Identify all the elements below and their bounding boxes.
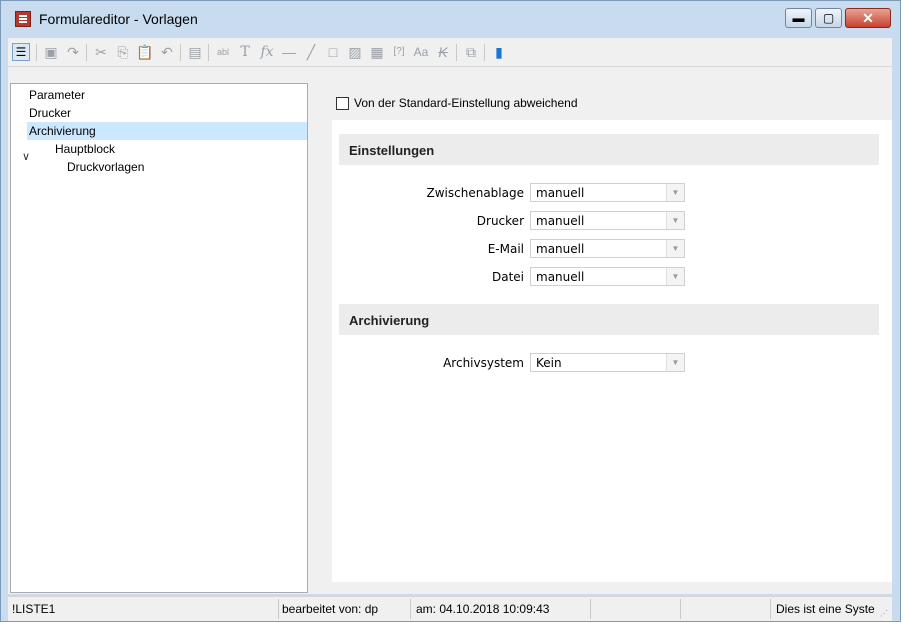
status-separator [680,599,681,619]
combo-value: manuell [536,270,585,284]
save-icon[interactable]: ▣ [42,43,60,61]
undo-icon[interactable]: ↶ [158,43,176,61]
toolbar-separator [484,44,485,61]
status-info: Dies ist eine Syste [776,602,875,616]
formula-icon[interactable]: fx [258,43,276,61]
section-header-einstellungen: Einstellungen [339,134,879,165]
close-icon: ✕ [862,10,874,26]
chevron-down-icon[interactable]: ∨ [22,150,30,163]
tree-view-icon[interactable]: ☰ [12,43,30,61]
tree-item-druckvorlagen[interactable]: Druckvorlagen [67,158,207,176]
override-checkbox[interactable] [336,97,349,110]
combo-drucker[interactable]: manuell ▼ [530,211,685,230]
line-horizontal-icon[interactable]: — [280,43,298,61]
strikethrough-icon[interactable]: K [434,43,452,61]
status-bar: !LISTE1 bearbeitet von: dp am: 04.10.201… [8,596,892,621]
toolbar-separator [180,44,181,61]
combo-datei[interactable]: manuell ▼ [530,267,685,286]
field-label-email: E-Mail [487,242,524,256]
tree-panel[interactable]: Parameter Drucker Archivierung Hauptbloc… [10,83,308,593]
app-icon [15,11,31,27]
image-icon[interactable]: ▨ [346,43,364,61]
combo-archivsystem[interactable]: Kein ▼ [530,353,685,372]
tree-item-label: Hauptblock [55,142,116,156]
chevron-down-icon[interactable]: ▼ [666,184,684,201]
window-title: Formulareditor - Vorlagen [39,11,198,27]
section-header-archivierung: Archivierung [339,304,879,335]
combo-value: Kein [536,356,562,370]
combo-zwischenablage[interactable]: manuell ▼ [530,183,685,202]
tree-item-label: Archivierung [29,124,96,138]
combo-email[interactable]: manuell ▼ [530,239,685,258]
barcode-icon[interactable]: ▦ [368,43,386,61]
chevron-down-icon[interactable]: ▼ [666,354,684,371]
status-separator [770,599,771,619]
maximize-button[interactable]: ▢ [815,8,842,28]
properties-icon[interactable]: ▤ [186,43,204,61]
status-separator [410,599,411,619]
combo-value: manuell [536,242,585,256]
field-label-zwischenablage: Zwischenablage [426,186,524,200]
minimize-button[interactable]: ▬ [785,8,812,28]
chevron-down-icon[interactable]: ▼ [666,212,684,229]
chevron-down-icon[interactable]: ▼ [666,268,684,285]
combo-value: manuell [536,214,585,228]
chevron-down-icon[interactable]: ▼ [666,240,684,257]
override-checkbox-label: Von der Standard-Einstellung abweichend [354,96,578,110]
field-label-datei: Datei [491,270,524,284]
redo-icon[interactable]: ↷ [64,43,82,61]
toolbar: ☰ ▣ ↷ ✂ ⎘ 📋 ↶ ▤ abl T fx — ╱ □ ▨ ▦ [?] A… [8,38,892,67]
status-timestamp: am: 04.10.2018 10:09:43 [416,602,550,616]
placeholder-icon[interactable]: [?] [390,43,408,61]
text-icon[interactable]: T [236,43,254,61]
cut-icon[interactable]: ✂ [92,43,110,61]
toolbar-separator [36,44,37,61]
line-diagonal-icon[interactable]: ╱ [302,43,320,61]
status-separator [590,599,591,619]
rectangle-icon[interactable]: □ [324,43,342,61]
tree-item-drucker[interactable]: Drucker [29,104,149,122]
section-title: Archivierung [349,313,430,328]
minimize-icon: ▬ [792,11,805,25]
tree-item-label: Druckvorlagen [67,160,145,174]
status-edited-by: bearbeitet von: dp [282,602,379,616]
field-label-archivsystem: Archivsystem [443,356,524,370]
combo-value: manuell [536,186,585,200]
tree-item-label: Drucker [29,106,72,120]
section-title: Einstellungen [349,143,435,158]
tree-item-hauptblock[interactable]: Hauptblock [55,140,175,158]
font-icon[interactable]: Aa [412,43,430,61]
maximize-icon: ▢ [822,11,835,25]
tree-item-label: Parameter [29,88,86,102]
close-button[interactable]: ✕ [845,8,891,28]
field-icon[interactable]: abl [214,43,232,61]
status-separator [278,599,279,619]
resize-grip-icon[interactable]: ⋰ [880,609,890,619]
field-label-drucker: Drucker [476,214,524,228]
toolbar-separator [86,44,87,61]
title-bar[interactable]: Formulareditor - Vorlagen ▬ ▢ ✕ [1,1,900,38]
paste-icon[interactable]: 📋 [136,43,154,61]
copy-icon[interactable]: ⎘ [114,43,132,61]
toolbar-separator [456,44,457,61]
tree-item-archivierung[interactable]: Archivierung [27,122,307,140]
book-icon[interactable]: ▮ [490,43,508,61]
status-list-name: !LISTE1 [12,602,56,616]
structure-icon[interactable]: ⧉ [462,43,480,61]
toolbar-separator [208,44,209,61]
tree-item-parameter[interactable]: Parameter [29,86,149,104]
